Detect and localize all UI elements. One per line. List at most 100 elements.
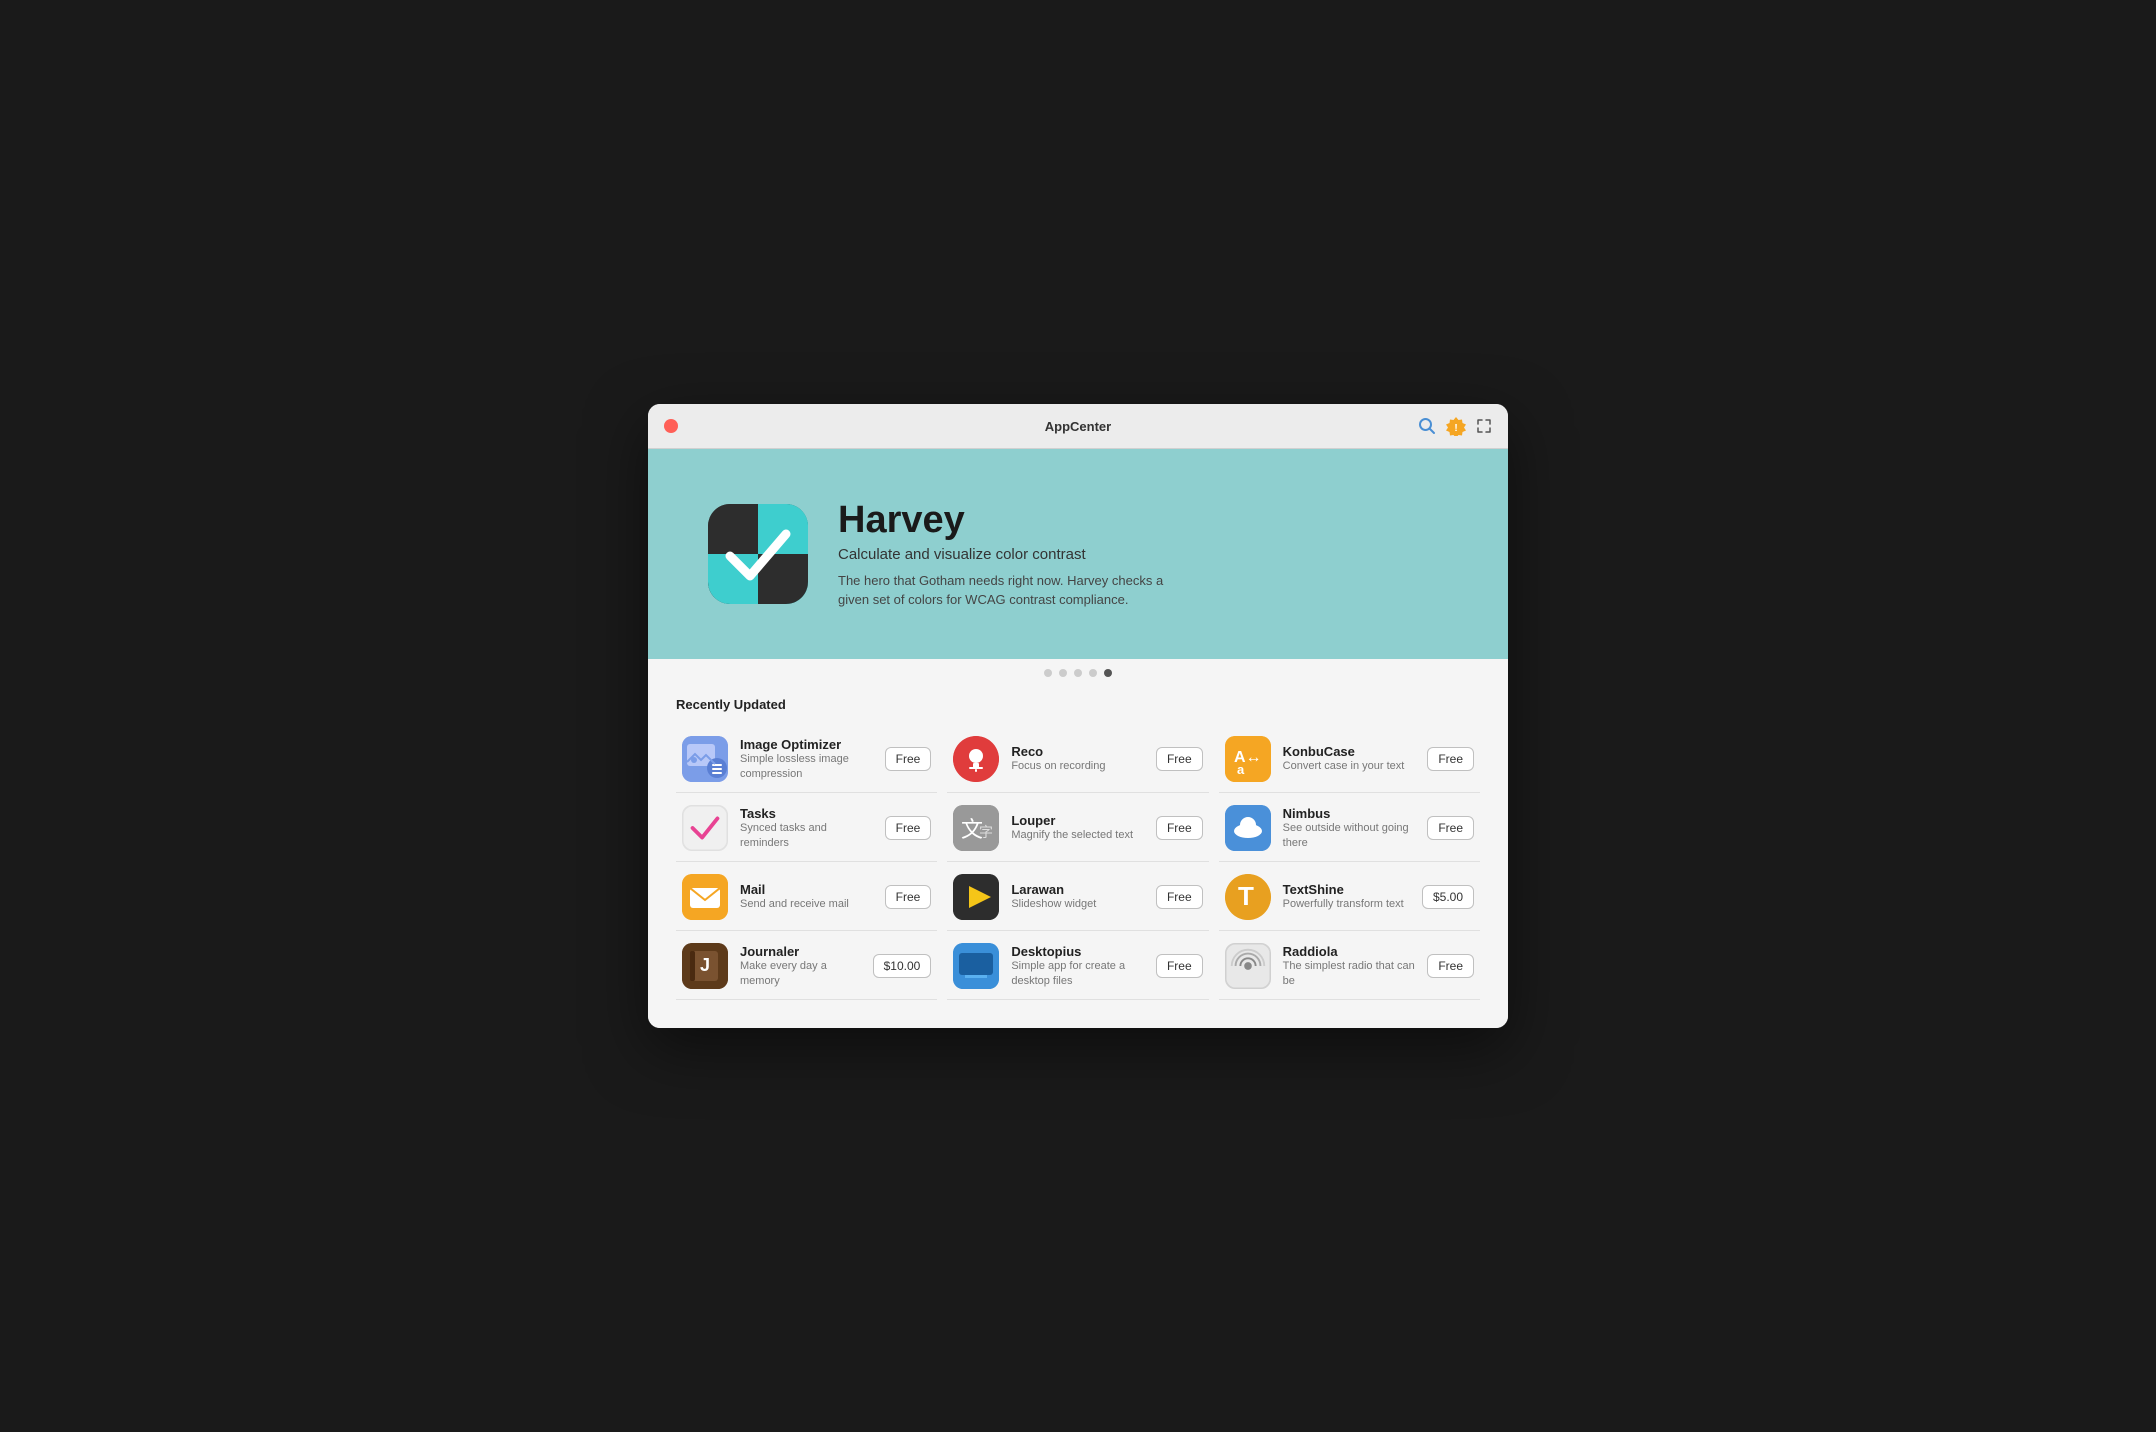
price-button[interactable]: Free (1427, 816, 1474, 840)
price-button[interactable]: Free (885, 816, 932, 840)
carousel-dots (648, 659, 1508, 683)
main-content: Recently Updated Image Optimizer Simple … (648, 683, 1508, 1028)
titlebar-controls: ✕ (664, 419, 678, 433)
hero-app-icon (708, 504, 808, 604)
app-item-larawan[interactable]: Larawan Slideshow widget Free (947, 864, 1208, 931)
app-desc: Synced tasks and reminders (740, 821, 873, 851)
app-item-journaler[interactable]: J Journaler Make every day a memory $10.… (676, 933, 937, 1000)
dot-2[interactable] (1059, 669, 1067, 677)
app-desc: Powerfully transform text (1283, 897, 1410, 912)
app-desc: Send and receive mail (740, 897, 873, 912)
price-button[interactable]: $5.00 (1422, 885, 1474, 909)
app-desc: Magnify the selected text (1011, 828, 1144, 843)
titlebar-actions: ! (1418, 416, 1492, 436)
expand-button[interactable] (1476, 418, 1492, 434)
app-item-nimbus[interactable]: Nimbus See outside without going there F… (1219, 795, 1480, 862)
app-desc: Convert case in your text (1283, 759, 1416, 774)
app-name: KonbuCase (1283, 744, 1416, 759)
app-info: KonbuCase Convert case in your text (1283, 744, 1416, 774)
app-info: Reco Focus on recording (1011, 744, 1144, 774)
price-button[interactable]: $10.00 (873, 954, 932, 978)
app-name: Journaler (740, 944, 861, 959)
app-name: Mail (740, 882, 873, 897)
hero-app-name: Harvey (838, 499, 1178, 542)
price-button[interactable]: Free (1156, 816, 1203, 840)
app-desc: Slideshow widget (1011, 897, 1144, 912)
hero-banner[interactable]: Harvey Calculate and visualize color con… (648, 449, 1508, 659)
app-icon-raddiola (1225, 943, 1271, 989)
app-desc: Make every day a memory (740, 959, 861, 989)
svg-text:字: 字 (979, 824, 993, 840)
app-icon-louper: 文字 (953, 805, 999, 851)
app-icon-desktopius (953, 943, 999, 989)
app-info: Louper Magnify the selected text (1011, 813, 1144, 843)
hero-text: Harvey Calculate and visualize color con… (838, 499, 1178, 610)
price-button[interactable]: Free (1427, 954, 1474, 978)
app-item-konbucase[interactable]: A↔a KonbuCase Convert case in your text … (1219, 726, 1480, 793)
app-name: Larawan (1011, 882, 1144, 897)
price-button[interactable]: Free (1156, 954, 1203, 978)
dot-5[interactable] (1104, 669, 1112, 677)
app-info: Mail Send and receive mail (740, 882, 873, 912)
svg-text:T: T (1238, 881, 1254, 911)
badge-button[interactable]: ! (1446, 416, 1466, 436)
app-icon-reco (953, 736, 999, 782)
app-icon-nimbus (1225, 805, 1271, 851)
app-item-mail[interactable]: Mail Send and receive mail Free (676, 864, 937, 931)
app-desc: Focus on recording (1011, 759, 1144, 774)
price-button[interactable]: Free (1427, 747, 1474, 771)
app-item-louper[interactable]: 文字 Louper Magnify the selected text Free (947, 795, 1208, 862)
app-info: Image Optimizer Simple lossless image co… (740, 737, 873, 782)
svg-text:J: J (700, 955, 710, 975)
app-item-image-optimizer[interactable]: Image Optimizer Simple lossless image co… (676, 726, 937, 793)
price-button[interactable]: Free (1156, 747, 1203, 771)
app-name: Raddiola (1283, 944, 1416, 959)
app-name: Desktopius (1011, 944, 1144, 959)
app-name: Tasks (740, 806, 873, 821)
price-button[interactable]: Free (885, 885, 932, 909)
expand-icon (1476, 418, 1492, 434)
app-name: TextShine (1283, 882, 1410, 897)
app-info: Tasks Synced tasks and reminders (740, 806, 873, 851)
app-name: Image Optimizer (740, 737, 873, 752)
titlebar: ✕ AppCenter ! (648, 404, 1508, 449)
app-icon-larawan (953, 874, 999, 920)
svg-text:!: ! (1454, 423, 1457, 434)
app-info: TextShine Powerfully transform text (1283, 882, 1410, 912)
price-button[interactable]: Free (1156, 885, 1203, 909)
app-desc: See outside without going there (1283, 821, 1416, 851)
app-desc: Simple app for create a desktop files (1011, 959, 1144, 989)
dot-1[interactable] (1044, 669, 1052, 677)
app-item-reco[interactable]: Reco Focus on recording Free (947, 726, 1208, 793)
app-item-raddiola[interactable]: Raddiola The simplest radio that can be … (1219, 933, 1480, 1000)
app-info: Journaler Make every day a memory (740, 944, 861, 989)
app-desc: Simple lossless image compression (740, 752, 873, 782)
badge-icon: ! (1446, 416, 1466, 436)
app-name: Nimbus (1283, 806, 1416, 821)
app-name: Reco (1011, 744, 1144, 759)
search-icon (1418, 417, 1436, 435)
hero-subtitle: Calculate and visualize color contrast (838, 546, 1178, 563)
price-button[interactable]: Free (885, 747, 932, 771)
app-item-textshine[interactable]: T TextShine Powerfully transform text $5… (1219, 864, 1480, 931)
search-button[interactable] (1418, 417, 1436, 435)
hero-description: The hero that Gotham needs right now. Ha… (838, 571, 1178, 610)
app-window: ✕ AppCenter ! (648, 404, 1508, 1028)
app-icon-tasks (682, 805, 728, 851)
app-item-desktopius[interactable]: Desktopius Simple app for create a deskt… (947, 933, 1208, 1000)
close-button[interactable]: ✕ (664, 419, 678, 433)
app-info: Nimbus See outside without going there (1283, 806, 1416, 851)
app-name: Louper (1011, 813, 1144, 828)
dot-3[interactable] (1074, 669, 1082, 677)
app-info: Desktopius Simple app for create a deskt… (1011, 944, 1144, 989)
app-desc: The simplest radio that can be (1283, 959, 1416, 989)
app-info: Raddiola The simplest radio that can be (1283, 944, 1416, 989)
apps-grid: Image Optimizer Simple lossless image co… (676, 726, 1480, 1000)
dot-4[interactable] (1089, 669, 1097, 677)
window-title: AppCenter (1045, 419, 1111, 434)
app-item-tasks[interactable]: Tasks Synced tasks and reminders Free (676, 795, 937, 862)
svg-text:a: a (1237, 762, 1245, 777)
app-icon-mail (682, 874, 728, 920)
app-info: Larawan Slideshow widget (1011, 882, 1144, 912)
app-icon-journaler: J (682, 943, 728, 989)
